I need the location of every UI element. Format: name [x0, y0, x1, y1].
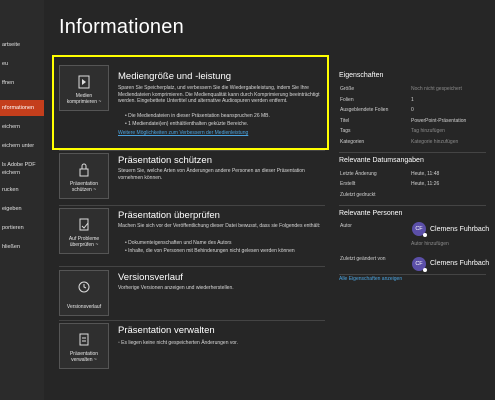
sidebar-item-save-pdf[interactable]: eichern [0, 170, 44, 176]
section-divider [59, 150, 325, 151]
protect-presentation-button[interactable]: Präsentation schützen ~ [59, 153, 109, 199]
panel-divider [339, 152, 486, 153]
people-heading: Relevante Personen [339, 210, 403, 217]
sidebar-item-print[interactable]: rucken [0, 187, 44, 193]
date-row: Zuletzt gedruckt [340, 192, 376, 198]
manage-status: ▫ Es liegen keine nicht gespeicherten Än… [118, 340, 238, 346]
manage-presentation-label: Präsentation verwalten ~ [69, 351, 99, 363]
compress-media-icon [77, 74, 91, 95]
date-row: Erstellt Heute, 11:26 [340, 181, 440, 187]
sidebar-item-new[interactable]: eu [0, 61, 44, 67]
inspect-section: Auf Probleme überprüfen ~ Präsentation ü… [59, 208, 332, 264]
panel-divider [339, 205, 486, 206]
property-row: Größe Noch nicht gespeichert [340, 86, 462, 92]
sidebar-item-info[interactable]: nformationen [0, 100, 44, 116]
add-tag-field[interactable]: Tag hinzufügen [411, 128, 445, 134]
property-row: Kategorien Kategorie hinzufügen [340, 139, 459, 145]
document-icon [77, 332, 91, 353]
dates-heading: Relevante Datumsangaben [339, 157, 424, 164]
check-issues-label: Auf Probleme überprüfen ~ [68, 236, 100, 248]
media-section: Medien komprimieren ~ Mediengröße und -l… [59, 65, 332, 145]
sidebar-item-save-as-pdf[interactable]: ls Adobe PDF [0, 162, 44, 168]
manage-presentation-button[interactable]: Präsentation verwalten ~ [59, 323, 109, 369]
sidebar-item-export[interactable]: portieren [0, 225, 44, 231]
modified-by-name[interactable]: Clemens Fuhrbach [430, 260, 489, 267]
add-category-field[interactable]: Kategorie hinzufügen [411, 139, 458, 145]
manage-section: Präsentation verwalten ~ Präsentation ve… [59, 323, 332, 369]
page-title: Informationen [59, 16, 184, 38]
history-description: Vorherige Versionen anzeigen und wiederh… [118, 285, 234, 291]
history-title: Versionsverlauf [118, 272, 183, 283]
section-divider [59, 266, 325, 267]
backstage-sidebar: artseite eu ffnen nformationen eichern e… [0, 0, 44, 400]
property-row: Ausgeblendete Folien 0 [340, 107, 414, 113]
protect-title: Präsentation schützen [118, 155, 213, 166]
compress-media-button[interactable]: Medien komprimieren ~ [59, 65, 109, 111]
document-small-icon: ▫ [118, 340, 120, 346]
modified-by-avatar[interactable]: CF [412, 257, 427, 272]
inspect-bullet-1: • Dokumenteigenschaften und Name des Aut… [125, 240, 232, 246]
sidebar-item-close[interactable]: hließen [0, 244, 44, 250]
panel-divider [339, 274, 486, 275]
check-issues-button[interactable]: Auf Probleme überprüfen ~ [59, 208, 109, 254]
section-divider [59, 205, 325, 206]
manage-title: Präsentation verwalten [118, 325, 215, 336]
property-row: Folien 1 [340, 97, 414, 103]
properties-heading[interactable]: Eigenschaften [339, 72, 383, 79]
version-history-label: Versionsverlauf [66, 304, 102, 310]
media-performance-link[interactable]: Weitere Möglichkeiten zum Verbessern der… [118, 130, 248, 136]
history-section: Versionsverlauf Versionsverlauf Vorherig… [59, 270, 332, 318]
inspect-description: Machen Sie sich vor der Veröffentlichung… [118, 223, 321, 229]
sidebar-item-save[interactable]: eichern [0, 124, 44, 130]
inspect-bullet-2: • Inhalte, die von Personen mit Behinder… [125, 248, 295, 254]
all-properties-link[interactable]: Alle Eigenschaften anzeigen [339, 276, 402, 282]
protect-presentation-label: Präsentation schützen ~ [69, 181, 99, 193]
add-author-row: Autor hinzufügen [339, 241, 495, 248]
inspect-title: Präsentation überprüfen [118, 210, 220, 221]
title-value[interactable]: PowerPoint-Präsentation [411, 118, 466, 124]
property-row: Titel PowerPoint-Präsentation [340, 118, 467, 124]
document-check-icon [77, 217, 91, 238]
author-name[interactable]: Clemens Fuhrbach [430, 226, 489, 233]
sidebar-item-home[interactable]: artseite [0, 42, 44, 48]
media-title: Mediengröße und -leistung [118, 71, 232, 82]
property-row: Tags Tag hinzufügen [340, 128, 445, 134]
sidebar-item-open[interactable]: ffnen [0, 80, 44, 86]
clock-icon [77, 279, 91, 300]
compress-media-label: Medien komprimieren ~ [66, 93, 102, 105]
sidebar-item-save-as[interactable]: eichern unter [0, 143, 44, 149]
media-description: Sparen Sie Speicherplatz, und verbessern… [118, 85, 320, 104]
section-divider [59, 320, 325, 321]
version-history-button[interactable]: Versionsverlauf [59, 270, 109, 316]
protect-description: Steuern Sie, welche Arten von Änderungen… [118, 168, 305, 181]
lock-icon [77, 162, 91, 183]
sidebar-item-share[interactable]: eigeben [0, 206, 44, 212]
date-row: Letzte Änderung Heute, 11:48 [340, 171, 440, 177]
add-author-link[interactable]: Autor hinzufügen [411, 241, 449, 247]
media-bullet-1: • Die Mediendateien in dieser Präsentati… [125, 113, 270, 119]
protect-section: Präsentation schützen ~ Präsentation sch… [59, 153, 332, 203]
author-avatar[interactable]: CF [412, 222, 427, 237]
media-bullet-2: • 1 Mediendatei(en) enthält/enthalten ge… [125, 121, 249, 127]
